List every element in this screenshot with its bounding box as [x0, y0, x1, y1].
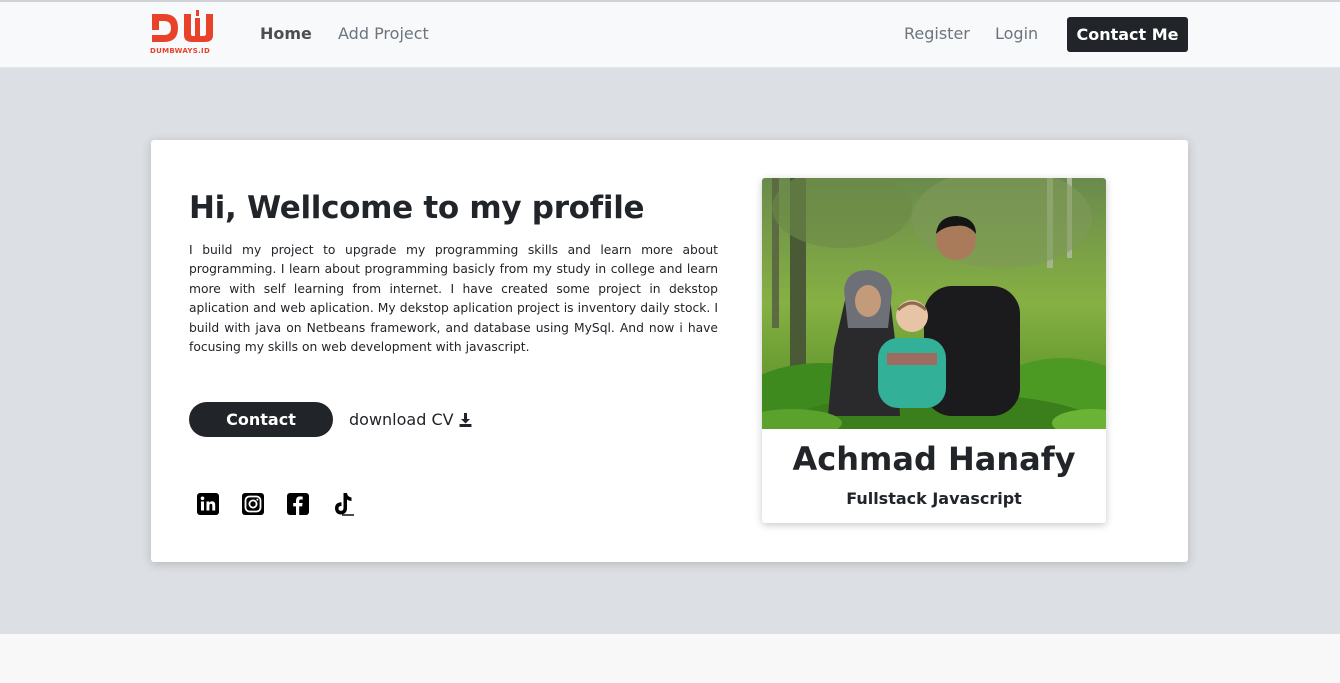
brand-logo[interactable]: DUMBWAYS.ID	[150, 10, 216, 60]
page-bottom-area	[0, 634, 1340, 683]
download-cv-label: download CV	[349, 410, 454, 429]
profile-photo	[762, 178, 1106, 429]
facebook-icon[interactable]	[286, 492, 310, 516]
instagram-icon[interactable]	[241, 492, 265, 516]
download-cv-link[interactable]: download CV	[349, 410, 472, 429]
dumbways-logo-icon	[152, 10, 213, 42]
social-links	[196, 492, 355, 516]
bio-text: I build my project to upgrade my program…	[189, 243, 718, 355]
linkedin-icon[interactable]	[196, 492, 220, 516]
nav-add-project-link[interactable]: Add Project	[338, 24, 429, 43]
profile-role: Fullstack Javascript	[846, 489, 1022, 508]
hero-section: Hi, Wellcome to my profile I build my pr…	[0, 68, 1340, 634]
profile-card: Achmad Hanafy Fullstack Javascript	[762, 178, 1106, 523]
contact-me-button[interactable]: Contact Me	[1067, 17, 1188, 52]
navbar: DUMBWAYS.ID Home Add Project Register Lo…	[0, 2, 1340, 68]
page-title: Hi, Wellcome to my profile	[189, 190, 645, 226]
profile-name: Achmad Hanafy	[792, 440, 1076, 478]
contact-button[interactable]: Contact	[189, 402, 333, 437]
logo-text: DUMBWAYS.ID	[150, 47, 211, 55]
download-icon	[459, 412, 472, 427]
intro-card: Hi, Wellcome to my profile I build my pr…	[151, 140, 1188, 562]
nav-login-link[interactable]: Login	[995, 24, 1038, 43]
nav-home-link[interactable]: Home	[260, 24, 312, 43]
nav-register-link[interactable]: Register	[904, 24, 970, 43]
tiktok-icon[interactable]	[331, 492, 355, 516]
